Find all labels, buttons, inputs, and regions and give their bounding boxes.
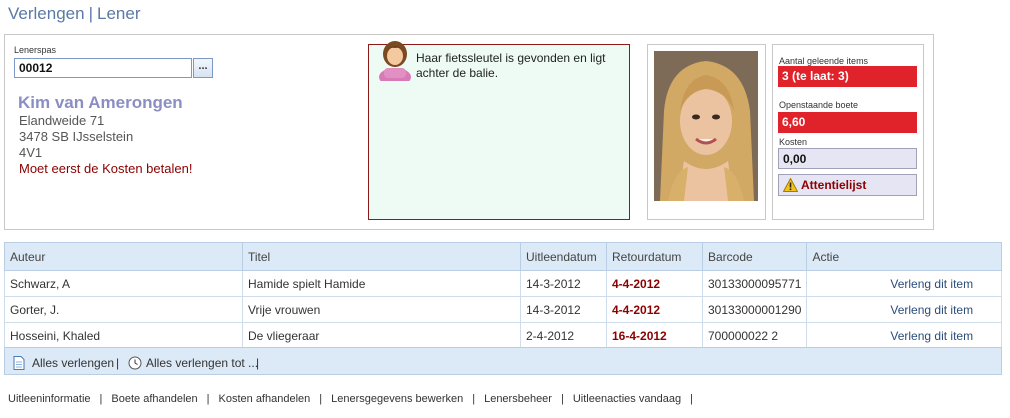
column-header-barcode[interactable]: Barcode [701, 242, 808, 271]
cell-barcode: 700000022 2 [701, 322, 808, 349]
fine-value: 6,60 [778, 112, 917, 133]
cell-titel: Vrije vrouwen [242, 296, 521, 323]
column-header-uitleendatum[interactable]: Uitleendatum [520, 242, 607, 271]
attention-list-label: Attentielijst [801, 178, 867, 192]
link-boete-afhandelen[interactable]: Boete afhandelen [111, 393, 197, 405]
title-separator: | [88, 4, 93, 23]
cell-retourdatum: 16-4-2012 [606, 322, 703, 349]
lenerspas-label: Lenerspas [14, 45, 57, 55]
borrower-name: Kim van Amerongen [18, 93, 183, 112]
column-header-retourdatum[interactable]: Retourdatum [606, 242, 703, 271]
message-text: Haar fietssleutel is gevonden en ligt ac… [416, 51, 606, 80]
link-separator: | [206, 393, 210, 405]
link-kosten-afhandelen[interactable]: Kosten afhandelen [219, 393, 311, 405]
renew-item-link[interactable]: Verleng dit item [806, 322, 1002, 349]
costs-value: 0,00 [778, 148, 917, 169]
page-title-sub: Lener [97, 4, 141, 23]
footer-separator: | [256, 356, 260, 370]
warning-icon [783, 178, 798, 192]
link-uitleeninformatie[interactable]: Uitleeninformatie [8, 393, 91, 405]
bottom-nav: Uitleeninformatie | Boete afhandelen | Koste… [8, 393, 702, 405]
column-header-actie: Actie [806, 242, 1002, 271]
link-separator: | [99, 393, 103, 405]
cell-barcode: 30133000001290 [701, 296, 808, 323]
column-header-auteur[interactable]: Auteur [4, 242, 243, 271]
cell-barcode: 30133000095771 [701, 270, 808, 297]
link-separator: | [690, 393, 693, 405]
cell-auteur: Hosseini, Khaled [4, 322, 243, 349]
fine-label: Openstaande boete [779, 100, 859, 110]
link-separator: | [472, 393, 476, 405]
lenerspas-input[interactable] [14, 58, 192, 78]
loans-table: Auteur Titel Uitleendatum Retourdatum Ba… [4, 242, 1002, 349]
footer-separator: | [116, 356, 120, 370]
cell-auteur: Gorter, J. [4, 296, 243, 323]
link-uitleenacties-vandaag[interactable]: Uitleenacties vandaag [573, 393, 681, 405]
page-title: Verlengen | Lener [8, 4, 140, 24]
table-row: Gorter, J. Vrije vrouwen 14-3-2012 4-4-2… [4, 296, 1002, 323]
cell-uitleendatum: 14-3-2012 [520, 270, 607, 297]
cell-titel: Hamide spielt Hamide [242, 270, 521, 297]
items-label: Aantal geleende items [779, 56, 869, 66]
borrower-street: Elandweide 71 [19, 113, 105, 128]
items-value: 3 (te laat: 3) [778, 66, 917, 87]
cell-retourdatum: 4-4-2012 [606, 296, 703, 323]
link-separator: | [560, 393, 564, 405]
borrower-photo [654, 51, 758, 201]
borrower-city: 3478 SB IJsselstein [19, 129, 134, 144]
table-row: Hosseini, Khaled De vliegeraar 2-4-2012 … [4, 322, 1002, 349]
link-lenersbeheer[interactable]: Lenersbeheer [484, 393, 552, 405]
user-avatar-icon [379, 41, 411, 81]
renew-all-until-button[interactable]: Alles verlengen tot ... [146, 356, 258, 370]
column-header-titel[interactable]: Titel [242, 242, 521, 271]
cell-auteur: Schwarz, A [4, 270, 243, 297]
attention-list-button[interactable]: Attentielijst [778, 174, 917, 196]
lenerspas-lookup-button[interactable]: ... [193, 58, 213, 78]
costs-label: Kosten [779, 137, 808, 147]
renew-all-button[interactable]: Alles verlengen [32, 356, 114, 370]
cell-uitleendatum: 2-4-2012 [520, 322, 607, 349]
link-lenersgegevens-bewerken[interactable]: Lenersgegevens bewerken [331, 393, 463, 405]
borrower-warning: Moet eerst de Kosten betalen! [19, 161, 193, 176]
clock-icon [128, 356, 142, 370]
link-separator: | [319, 393, 323, 405]
renew-item-link[interactable]: Verleng dit item [806, 270, 1002, 297]
renew-item-link[interactable]: Verleng dit item [806, 296, 1002, 323]
document-icon [13, 356, 25, 370]
borrower-group: 4V1 [19, 145, 43, 160]
cell-uitleendatum: 14-3-2012 [520, 296, 607, 323]
table-row: Schwarz, A Hamide spielt Hamide 14-3-201… [4, 270, 1002, 297]
page-title-main: Verlengen [8, 4, 85, 23]
table-header-row: Auteur Titel Uitleendatum Retourdatum Ba… [4, 242, 1002, 271]
cell-titel: De vliegeraar [242, 322, 521, 349]
cell-retourdatum: 4-4-2012 [606, 270, 703, 297]
